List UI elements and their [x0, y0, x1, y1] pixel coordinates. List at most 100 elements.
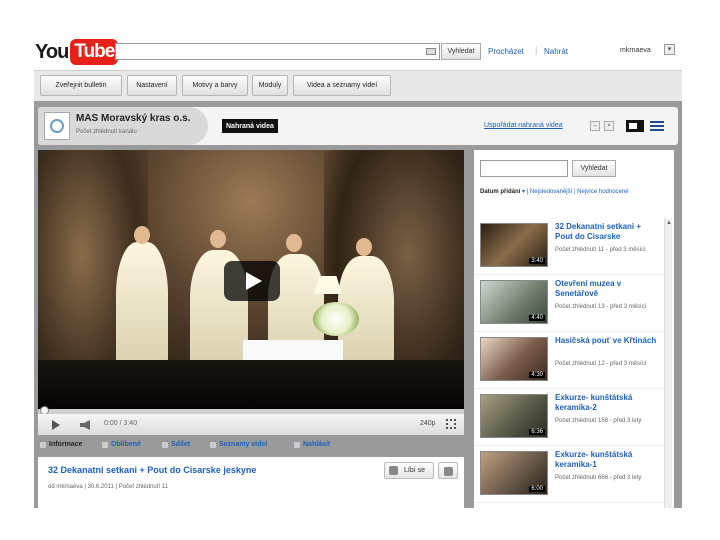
- search-input[interactable]: [115, 43, 440, 60]
- channel-subtitle: Počet zhlédnutí kanálu: [76, 129, 137, 135]
- time-display: 0:00 / 3:40: [104, 420, 138, 427]
- video-title-link[interactable]: Hasičská pouť ve Křtinách: [555, 336, 659, 346]
- play-overlay-icon[interactable]: [224, 261, 280, 301]
- thumbs-up-icon: [389, 466, 398, 475]
- video-stats: Počet zhlédnutí 13 - před 3 měsíci: [555, 304, 647, 310]
- minimize-icon[interactable]: –: [590, 121, 600, 131]
- priest-head: [286, 234, 302, 252]
- list-item[interactable]: 4:30 Hasičská pouť ve Křtinách Počet zhl…: [474, 332, 672, 389]
- tab-themes-colors[interactable]: Motivy a barvy: [182, 75, 248, 96]
- like-button[interactable]: Líbí se: [384, 462, 434, 479]
- video-duration: 6:00: [529, 486, 545, 492]
- sort-other-options[interactable]: | Nejsledovanější | Nejvíce hodnocené: [527, 189, 629, 195]
- tab-post-bulletin[interactable]: Zveřejnit bulletin: [40, 75, 122, 96]
- logo-you: You: [35, 40, 69, 63]
- tab-favorites-label: Oblíbené: [111, 441, 141, 448]
- like-label: Líbí se: [404, 467, 426, 474]
- channel-edit-tabs: Zveřejnit bulletin Nastavení Motivy a ba…: [34, 70, 682, 101]
- channel-name[interactable]: MAS Moravský kras o.s.: [76, 113, 191, 124]
- tab-info-label: Informace: [49, 441, 83, 448]
- video-stats: Počet zhlédnutí 12 - před 3 měsíci: [555, 361, 647, 367]
- keyboard-icon[interactable]: [426, 48, 436, 55]
- video-thumbnail[interactable]: 4:40: [480, 280, 548, 324]
- channel-avatar[interactable]: [44, 112, 70, 140]
- video-list: 3:40 32 Dekanatni setkani + Pout do Cisa…: [474, 218, 672, 503]
- video-frame[interactable]: [38, 150, 464, 409]
- volume-icon[interactable]: [80, 420, 90, 430]
- tab-playlists[interactable]: Seznamy videí: [210, 441, 267, 448]
- video-thumbnail[interactable]: 4:30: [480, 337, 548, 381]
- tab-report[interactable]: Nahlásit: [294, 441, 330, 448]
- flowers: [313, 302, 359, 336]
- video-player[interactable]: 0:00 / 3:40 240p: [38, 150, 464, 435]
- video-stats: Počet zhlédnutí 666 - před 3 lety: [555, 475, 642, 481]
- dislike-button[interactable]: [438, 462, 458, 479]
- add-icon: [210, 441, 216, 448]
- video-duration: 4:40: [529, 315, 545, 321]
- fullscreen-icon[interactable]: [446, 419, 456, 429]
- playlist-sidebar: Vyhledat Datum přidání ▾ | Nejsledovaněj…: [474, 150, 674, 508]
- nav-separator: |: [535, 45, 538, 55]
- sort-date-added[interactable]: Datum přidání: [480, 189, 520, 195]
- sidebar-scrollbar[interactable]: ▲: [664, 218, 672, 508]
- info-icon: [40, 441, 46, 448]
- tab-report-label: Nahlásit: [303, 441, 331, 448]
- priest-head: [356, 238, 372, 256]
- video-thumbnail[interactable]: 3:40: [480, 223, 548, 267]
- close-icon[interactable]: ×: [604, 121, 614, 131]
- youtube-logo[interactable]: You Tube: [35, 38, 119, 66]
- video-stats: Počet zhlédnutí 11 - před 3 měsíci: [555, 247, 646, 253]
- channel-search-button[interactable]: Vyhledat: [572, 160, 616, 177]
- tab-settings[interactable]: Nastavení: [127, 75, 177, 96]
- logo-tube: Tube: [70, 39, 119, 65]
- video-meta: od mkrnaeva | 30.6.2011 | Počet zhlédnut…: [48, 484, 168, 490]
- list-item[interactable]: 6:36 Exkurze- kunštátská keramika-2 Poče…: [474, 389, 672, 446]
- uploaded-videos-label[interactable]: Nahraná videa: [222, 119, 278, 133]
- seal-icon: [50, 119, 64, 133]
- list-item[interactable]: 6:00 Exkurze- kunštátská keramika-1 Poče…: [474, 446, 672, 503]
- sort-options: Datum přidání ▾ | Nejsledovanější | Nejv…: [480, 187, 660, 197]
- user-menu-dropdown[interactable]: ▾: [664, 44, 675, 55]
- quality-selector[interactable]: 240p: [420, 420, 436, 427]
- channel-pill: MAS Moravský kras o.s. Počet zhlédnutí k…: [38, 107, 208, 145]
- tab-share[interactable]: Sdílet: [162, 441, 190, 448]
- tab-info[interactable]: Informace: [40, 441, 82, 448]
- top-bar: You Tube Vyhledat Procházet | Nahrát mkr…: [30, 35, 682, 69]
- audience-silhouettes: [38, 360, 464, 409]
- video-duration: 4:30: [529, 372, 545, 378]
- tab-favorites[interactable]: Oblíbené: [102, 441, 141, 448]
- list-item[interactable]: 4:40 Otevření muzea v Senetářově Počet z…: [474, 275, 672, 332]
- video-title-link[interactable]: Exkurze- kunštátská keramika-2: [555, 393, 659, 413]
- tab-playlists-label: Seznamy videí: [219, 441, 268, 448]
- youtube-page: You Tube Vyhledat Procházet | Nahrát mkr…: [30, 35, 682, 508]
- tab-videos-playlists[interactable]: Videa a seznamy videí: [293, 75, 391, 96]
- channel-body: MAS Moravský kras o.s. Počet zhlédnutí k…: [34, 101, 682, 508]
- video-thumbnail[interactable]: 6:00: [480, 451, 548, 495]
- video-thumbnail[interactable]: 6:36: [480, 394, 548, 438]
- heart-icon: [102, 441, 108, 448]
- video-title-link[interactable]: Exkurze- kunštátská keramika-1: [555, 450, 659, 470]
- video-title[interactable]: 32 Dekanatni setkani + Pout do Cisarske …: [48, 465, 256, 475]
- share-icon: [162, 441, 168, 448]
- video-info-tabs: Informace Oblíbené Sdílet Seznamy videí …: [38, 435, 464, 455]
- nav-browse-link[interactable]: Procházet: [488, 47, 524, 56]
- tab-modules[interactable]: Moduly: [252, 75, 288, 96]
- channel-search-input[interactable]: [480, 160, 568, 177]
- video-stats: Počet zhlédnutí 158 - před 3 lety: [555, 418, 642, 424]
- priest-head: [134, 226, 150, 244]
- sort-uploads-link[interactable]: Uspořádat nahraná videa: [484, 122, 563, 129]
- scroll-up-icon[interactable]: ▲: [666, 220, 672, 226]
- play-icon[interactable]: [52, 420, 60, 430]
- flag-icon: [294, 441, 300, 448]
- video-duration: 6:36: [529, 429, 545, 435]
- search-button[interactable]: Vyhledat: [441, 43, 481, 60]
- video-title-link[interactable]: Otevření muzea v Senetářově: [555, 279, 659, 299]
- video-title-link[interactable]: 32 Dekanatni setkani + Pout do Cisarske: [555, 222, 659, 242]
- priest-head: [210, 230, 226, 248]
- sort-dropdown-icon[interactable]: ▾: [522, 189, 525, 195]
- list-item[interactable]: 3:40 32 Dekanatni setkani + Pout do Cisa…: [474, 218, 672, 275]
- username[interactable]: mkrnaeva: [620, 47, 651, 54]
- grid-view-icon[interactable]: [650, 120, 664, 132]
- nav-upload-link[interactable]: Nahrát: [544, 47, 568, 56]
- player-view-icon[interactable]: [626, 120, 644, 132]
